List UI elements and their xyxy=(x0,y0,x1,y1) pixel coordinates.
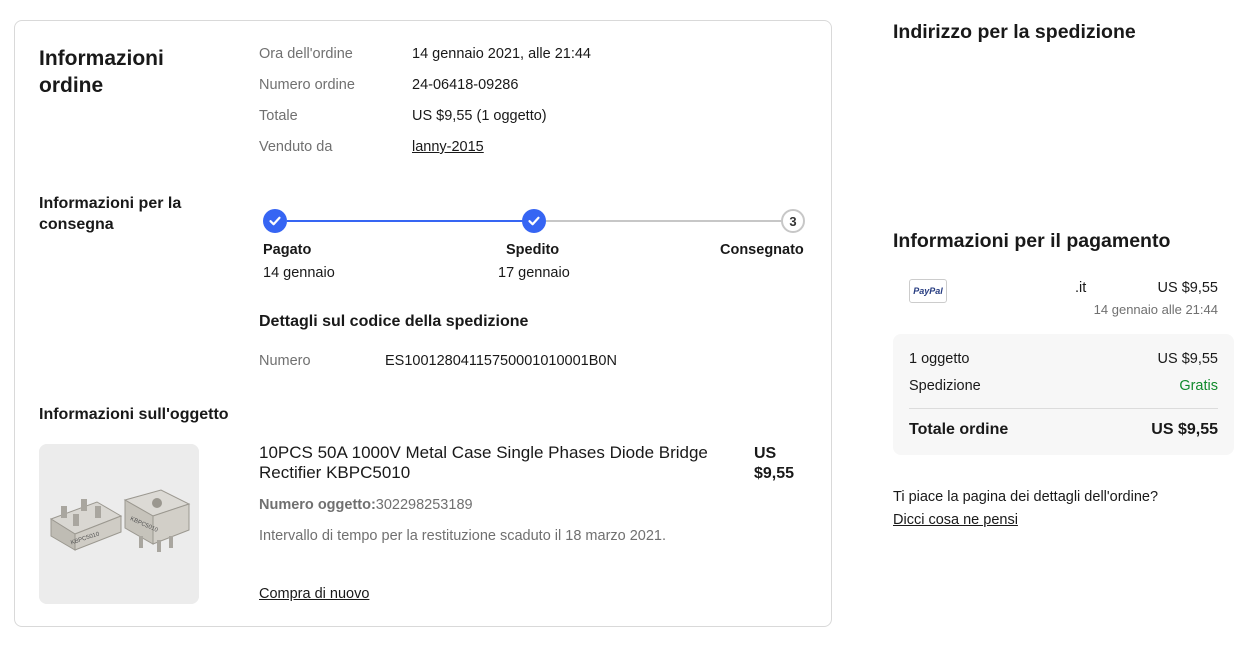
item-number-label: Numero oggetto: xyxy=(259,497,376,513)
order-number-label: Numero ordine xyxy=(259,77,355,93)
payment-method-suffix: .it xyxy=(1075,280,1087,296)
feedback-question: Ti piace la pagina dei dettagli dell'ord… xyxy=(893,489,1159,505)
summary-total-value: US $9,55 xyxy=(1151,421,1218,438)
payment-date: 14 gennaio alle 21:44 xyxy=(1093,302,1218,317)
tracking-details-title: Dettagli sul codice della spedizione xyxy=(259,313,529,330)
item-price-amount: $9,55 xyxy=(754,465,795,482)
item-info-title: Informazioni sull'oggetto xyxy=(39,406,229,423)
summary-items-label: 1 oggetto xyxy=(909,351,970,367)
step-shipped-check-icon xyxy=(522,209,546,233)
order-time-label: Ora dell'ordine xyxy=(259,46,353,62)
step-paid-date: 14 gennaio xyxy=(263,265,335,281)
summary-shipping-value: Gratis xyxy=(1179,378,1218,394)
buy-again-link[interactable]: Compra di nuovo xyxy=(259,586,369,602)
progress-line-pending xyxy=(546,220,782,222)
tracking-number-label: Numero xyxy=(259,353,311,369)
payment-amount: US $9,55 xyxy=(1157,280,1218,296)
item-price: US $9,55 xyxy=(754,444,794,484)
item-image[interactable]: KBPC5010 KBPC5010 xyxy=(39,444,199,604)
return-window-note: Intervallo di tempo per la restituzione … xyxy=(259,528,667,544)
seller-link[interactable]: lanny-2015 xyxy=(412,139,484,155)
order-time-value: 14 gennaio 2021, alle 21:44 xyxy=(412,46,591,62)
progress-line-complete xyxy=(287,220,523,222)
summary-total-row: Totale ordine US $9,55 xyxy=(909,421,1218,439)
item-title-link[interactable]: 10PCS 50A 1000V Metal Case Single Phases… xyxy=(259,443,729,483)
paypal-logo-icon: PayPal xyxy=(909,279,947,303)
item-number-value: 302298253189 xyxy=(375,497,473,513)
summary-items-row: 1 oggetto US $9,55 xyxy=(909,351,1218,367)
order-details-card: Informazioni ordine Ora dell'ordine 14 g… xyxy=(14,20,832,627)
summary-total-label: Totale ordine xyxy=(909,421,1009,438)
step-shipped-label: Spedito xyxy=(506,242,560,258)
summary-items-value: US $9,55 xyxy=(1157,351,1218,367)
delivery-info-title: Informazioni per la consegna xyxy=(39,195,182,233)
summary-divider xyxy=(909,408,1218,409)
seller-label: Venduto da xyxy=(259,139,333,155)
tracking-number-value: ES10012804115750001010001B0N xyxy=(385,353,617,369)
summary-shipping-label: Spedizione xyxy=(909,378,981,394)
shipping-address-title: Indirizzo per la spedizione xyxy=(893,21,1136,43)
order-number-value: 24-06418-09286 xyxy=(412,77,519,93)
step-paid-check-icon xyxy=(263,209,287,233)
step-shipped-date: 17 gennaio xyxy=(498,265,570,281)
step-delivered-label: Consegnato xyxy=(720,242,804,258)
paypal-logo-text: PayPal xyxy=(913,286,943,296)
feedback-link[interactable]: Dicci cosa ne pensi xyxy=(893,512,1018,528)
order-total-value: US $9,55 (1 oggetto) xyxy=(412,108,547,124)
order-info-title: Informazioni ordine xyxy=(39,47,164,97)
order-total-label: Totale xyxy=(259,108,298,124)
order-summary: 1 oggetto US $9,55 Spedizione Gratis Tot… xyxy=(893,334,1234,455)
item-number: Numero oggetto:302298253189 xyxy=(259,497,473,513)
payment-info-title: Informazioni per il pagamento xyxy=(893,230,1171,252)
summary-shipping-row: Spedizione Gratis xyxy=(909,378,1218,394)
step-paid-label: Pagato xyxy=(263,242,312,258)
item-price-currency: US xyxy=(754,445,777,462)
step-delivered-number: 3 xyxy=(781,209,805,233)
